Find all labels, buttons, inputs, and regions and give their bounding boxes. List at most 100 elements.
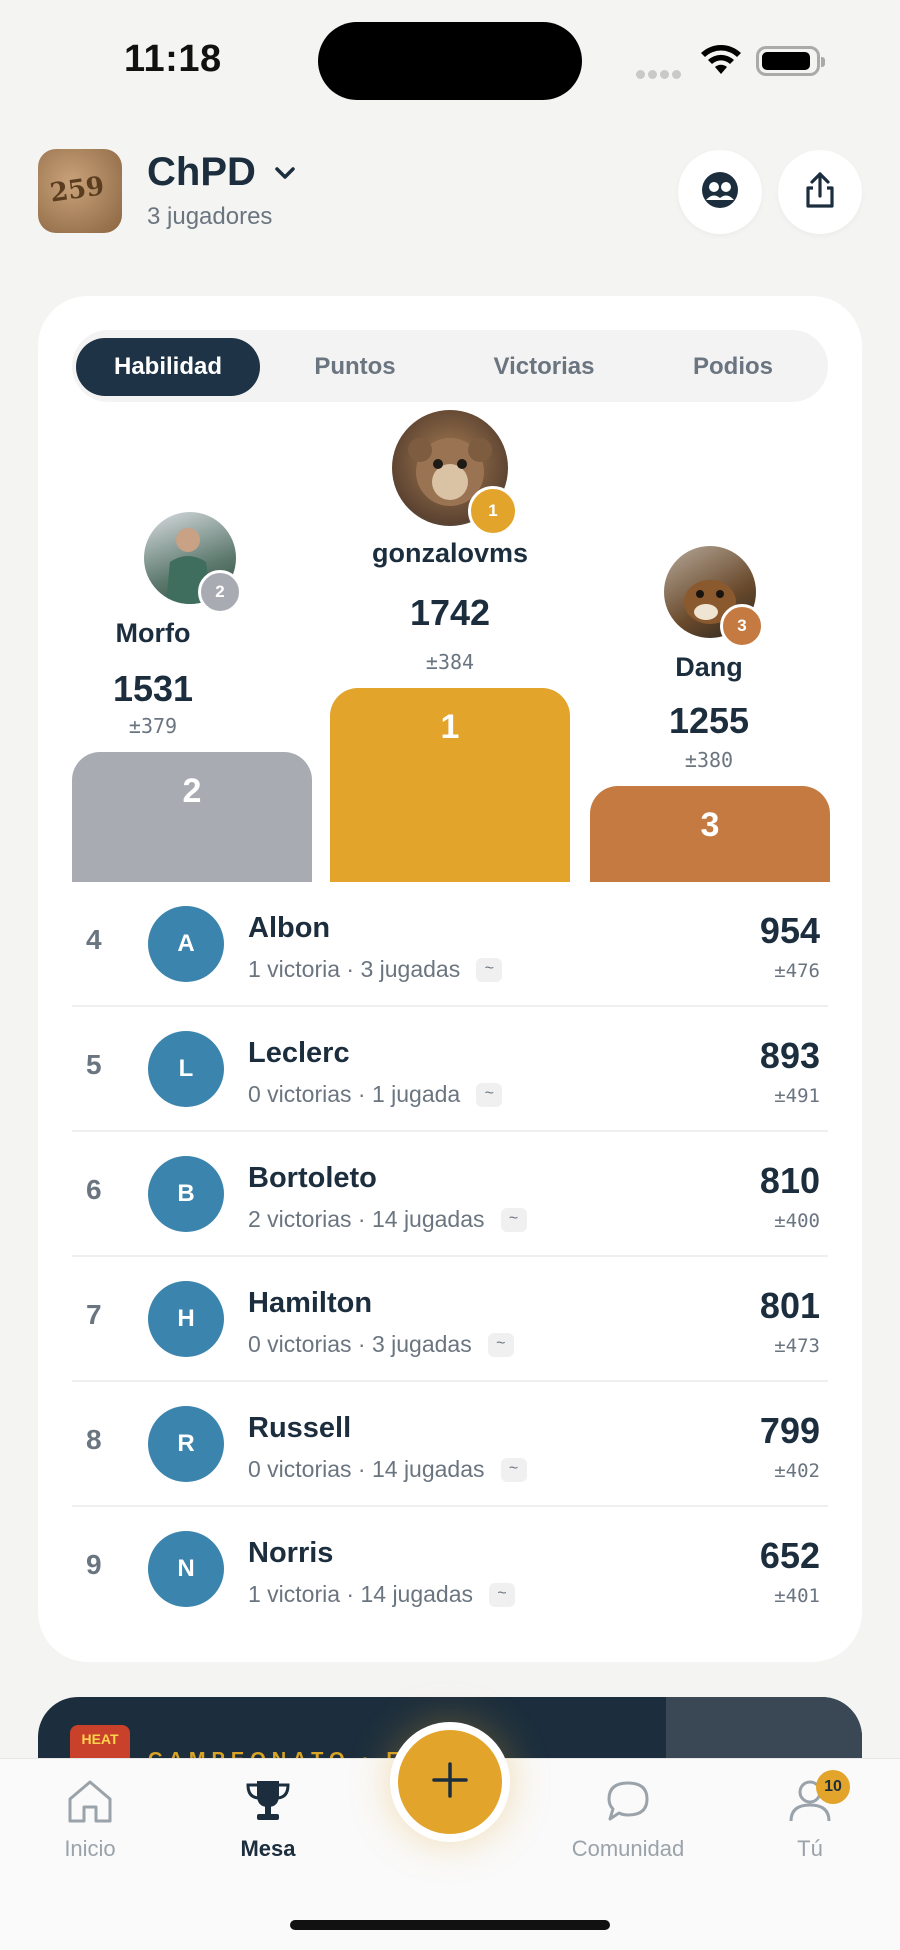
player-deviation: ±476 [774,960,820,982]
nav-table-label: Mesa [240,1836,296,1861]
player-score: 954 [759,910,820,951]
player-stats-text: 1 victoria · 14 jugadas [248,1581,474,1607]
player-name: Leclerc [248,1037,350,1069]
podium-bar-first: 1 [330,688,570,882]
trend-icon: ~ [487,1332,514,1357]
player-name: Bortoleto [248,1162,377,1194]
avatar: H [148,1281,224,1357]
podium-first-name: gonzalovms [371,538,529,568]
player-deviation: ±400 [774,1210,820,1232]
clock: 11:18 [124,38,222,80]
player-name: Norris [248,1537,334,1569]
podium-second-deviation: ±379 [128,714,178,738]
trend-icon: ~ [500,1457,527,1482]
ranking-row[interactable]: 9 N Norris 1 victoria · 14 jugadas ~ 652 … [72,1507,828,1632]
trend-icon: ~ [489,1582,516,1607]
player-stats: 0 victorias · 3 jugadas ~ [248,1331,514,1358]
plus-icon [428,1758,472,1807]
group-thumbnail[interactable]: 259 [38,149,122,233]
nav-community-label: Comunidad [571,1836,685,1861]
player-score: 801 [759,1285,820,1326]
player-score: 652 [759,1535,820,1576]
dynamic-island [318,22,582,100]
avatar: A [148,906,224,982]
leaderboard-card: Habilidad Puntos Victorias Podios 1 gonz… [38,296,862,1662]
podium-third-name: Dang [675,652,743,682]
player-stats: 1 victoria · 3 jugadas ~ [248,956,503,983]
notification-badge: 10 [816,1770,850,1804]
home-indicator [290,1920,610,1930]
player-stats-text: 1 victoria · 3 jugadas [248,956,461,982]
nav-table[interactable]: Mesa [198,1777,338,1862]
player-deviation: ±491 [774,1085,820,1107]
ranking-row[interactable]: 5 L Leclerc 0 victorias · 1 jugada ~ 893 … [72,1007,828,1132]
share-button[interactable] [778,150,862,234]
wifi-icon [700,44,742,81]
player-stats: 1 victoria · 14 jugadas ~ [248,1581,516,1608]
avatar: L [148,1031,224,1107]
avatar: R [148,1406,224,1482]
player-score: 799 [759,1410,820,1451]
avatar: N [148,1531,224,1607]
player-stats-text: 0 victorias · 3 jugadas [248,1331,472,1357]
add-button[interactable] [390,1722,510,1842]
player-stats-text: 0 victorias · 14 jugadas [248,1456,485,1482]
row-rank: 6 [86,1174,102,1205]
share-icon [802,170,838,215]
player-name: Russell [248,1412,352,1444]
podium-second-score: 1531 [112,668,194,709]
player-stats: 0 victorias · 1 jugada ~ [248,1081,503,1108]
trend-icon: ~ [476,957,503,982]
podium-bar-third: 3 [590,786,830,882]
row-rank: 4 [86,924,102,955]
trend-icon: ~ [476,1082,503,1107]
nav-home-label: Inicio [64,1836,116,1861]
row-rank: 7 [86,1299,102,1330]
tab-podios[interactable]: Podios [642,338,824,396]
row-rank: 9 [86,1549,102,1580]
people-icon [700,170,740,215]
ranking-row[interactable]: 8 R Russell 0 victorias · 14 jugadas ~ 79… [72,1382,828,1507]
nav-home[interactable]: Inicio [20,1777,160,1862]
avatar: B [148,1156,224,1232]
tab-puntos[interactable]: Puntos [264,338,446,396]
trend-icon: ~ [500,1207,527,1232]
status-bar: 11:18 [0,0,900,120]
podium-first-deviation: ±384 [425,650,475,674]
podium-second-name: Morfo [115,618,191,648]
podium-third-score: 1255 [668,700,750,741]
player-stats: 0 victorias · 14 jugadas ~ [248,1456,527,1483]
ranking-row[interactable]: 7 H Hamilton 0 victorias · 3 jugadas ~ 80… [72,1257,828,1382]
player-deviation: ±401 [774,1585,820,1607]
player-deviation: ±473 [774,1335,820,1357]
group-thumbnail-text: 259 [48,171,107,209]
trophy-icon [198,1777,338,1830]
group-members-button[interactable] [678,150,762,234]
player-name: Hamilton [248,1287,373,1319]
row-rank: 8 [86,1424,102,1455]
tab-victorias[interactable]: Victorias [450,338,638,396]
nav-profile-label: Tú [797,1836,823,1861]
user-icon [740,1777,880,1830]
chevron-down-icon[interactable] [272,160,298,191]
player-stats: 2 victorias · 14 jugadas ~ [248,1206,527,1233]
nav-profile[interactable]: Tú [740,1777,880,1862]
chat-icon [558,1777,698,1830]
ranking-tabs: Habilidad Puntos Victorias Podios [72,330,828,402]
group-player-count: 3 jugadores [147,203,273,230]
ranking-row[interactable]: 4 A Albon 1 victoria · 3 jugadas ~ 954 ±4… [72,882,828,1007]
podium-bar-second: 2 [72,752,312,882]
player-stats-text: 0 victorias · 1 jugada [248,1081,461,1107]
home-icon [20,1777,160,1830]
podium-first-score: 1742 [409,592,491,633]
ranking-row[interactable]: 6 B Bortoleto 2 victorias · 14 jugadas ~ … [72,1132,828,1257]
nav-community[interactable]: Comunidad [558,1777,698,1862]
player-score: 810 [759,1160,820,1201]
cellular-signal-icon [636,66,686,79]
group-name[interactable]: ChPD [147,150,256,195]
player-deviation: ±402 [774,1460,820,1482]
battery-icon [756,46,825,76]
tab-habilidad[interactable]: Habilidad [76,338,260,396]
rank-badge-first: 1 [468,486,518,536]
rank-badge-third: 3 [720,604,764,648]
